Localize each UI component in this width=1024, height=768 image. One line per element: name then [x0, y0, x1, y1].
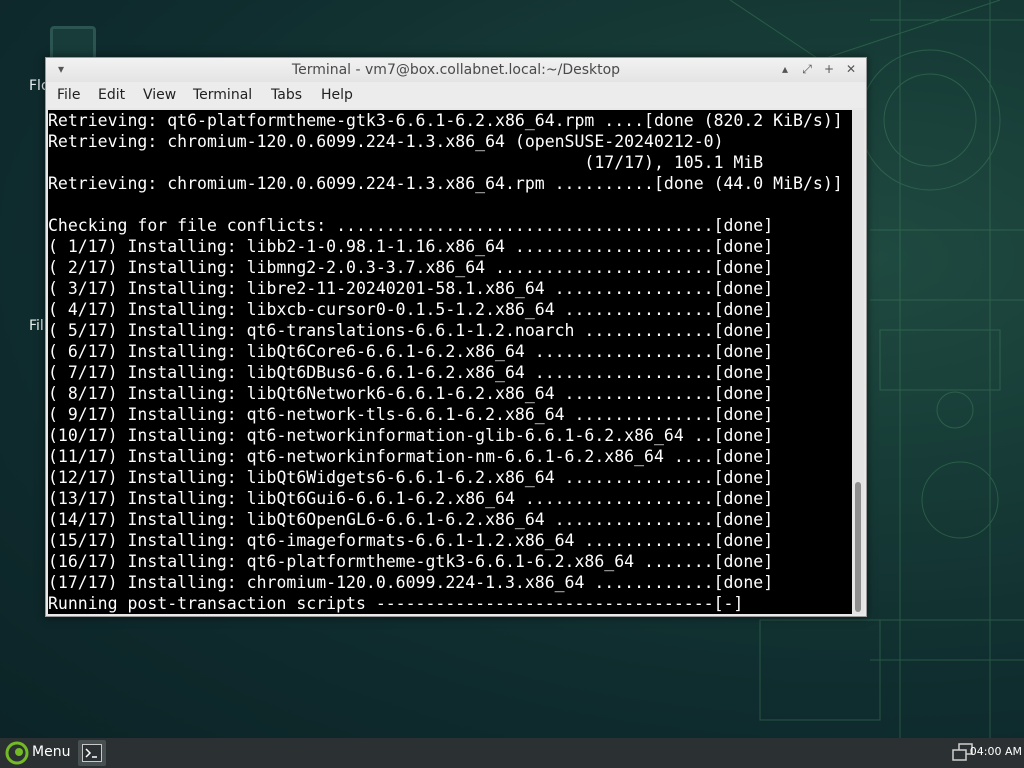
terminal-line: (16/17) Installing: qt6-platformtheme-gt… — [48, 552, 774, 571]
opensuse-logo-icon — [5, 741, 29, 765]
terminal-window: ▾ Terminal - vm7@box.collabnet.local:~/D… — [45, 57, 867, 617]
title-bar[interactable]: ▾ Terminal - vm7@box.collabnet.local:~/D… — [46, 58, 866, 82]
menu-help[interactable]: Help — [321, 87, 353, 103]
terminal-line: Retrieving: chromium-120.0.6099.224-1.3.… — [48, 132, 724, 151]
start-menu-button[interactable]: Menu — [2, 738, 78, 768]
menu-view[interactable]: View — [143, 87, 176, 103]
terminal-line: ( 5/17) Installing: qt6-translations-6.6… — [48, 321, 774, 340]
desktop-icon-label: Fil — [29, 318, 44, 334]
terminal-line: Checking for file conflicts: ...........… — [48, 216, 774, 235]
menu-bar: File Edit View Terminal Tabs Help — [46, 82, 866, 108]
terminal-line: (14/17) Installing: libQt6OpenGL6-6.6.1-… — [48, 510, 774, 529]
shade-window-icon[interactable]: ▴ — [776, 60, 794, 78]
terminal-line: (12/17) Installing: libQt6Widgets6-6.6.1… — [48, 468, 774, 487]
terminal-line: (13/17) Installing: libQt6Gui6-6.6.1-6.2… — [48, 489, 774, 508]
terminal-line: ( 2/17) Installing: libmng2-2.0.3-3.7.x8… — [48, 258, 774, 277]
terminal-scrollbar[interactable] — [852, 110, 864, 614]
close-window-icon[interactable]: ✕ — [842, 60, 860, 78]
terminal-line: (17/17) Installing: chromium-120.0.6099.… — [48, 573, 774, 592]
terminal-line: (11/17) Installing: qt6-networkinformati… — [48, 447, 774, 466]
terminal-line: Retrieving: chromium-120.0.6099.224-1.3.… — [48, 174, 843, 193]
terminal-output[interactable]: Retrieving: qt6-platformtheme-gtk3-6.6.1… — [48, 110, 852, 614]
terminal-lines: Retrieving: qt6-platformtheme-gtk3-6.6.1… — [48, 110, 843, 614]
maximize-window-icon[interactable]: ⤢ — [798, 60, 816, 78]
terminal-line: (15/17) Installing: qt6-imageformats-6.6… — [48, 531, 774, 550]
terminal-line: ( 8/17) Installing: libQt6Network6-6.6.1… — [48, 384, 774, 403]
taskbar-terminal-button[interactable] — [78, 740, 106, 766]
terminal-line: (10/17) Installing: qt6-networkinformati… — [48, 426, 774, 445]
taskbar-clock[interactable]: 04:00 AM — [970, 745, 1022, 758]
terminal-line: ( 3/17) Installing: libre2-11-20240201-5… — [48, 279, 774, 298]
terminal-line: ( 1/17) Installing: libb2-1-0.98.1-1.16.… — [48, 237, 774, 256]
taskbar: Menu 04:00 AM — [0, 738, 1024, 768]
start-menu-label: Menu — [32, 744, 71, 760]
terminal-line: (17/17), 105.1 MiB — [48, 153, 764, 172]
terminal-line: ( 4/17) Installing: libxcb-cursor0-0.1.5… — [48, 300, 774, 319]
minimize-window-icon[interactable]: + — [820, 60, 838, 78]
terminal-line: Retrieving: qt6-platformtheme-gtk3-6.6.1… — [48, 111, 843, 130]
menu-terminal[interactable]: Terminal — [193, 87, 252, 103]
terminal-line: ( 9/17) Installing: qt6-network-tls-6.6.… — [48, 405, 774, 424]
menu-file[interactable]: File — [57, 87, 80, 103]
window-title: Terminal - vm7@box.collabnet.local:~/Des… — [291, 62, 621, 78]
terminal-line: Running post-transaction scripts -------… — [48, 594, 744, 613]
terminal-line: ( 6/17) Installing: libQt6Core6-6.6.1-6.… — [48, 342, 774, 361]
terminal-line: ( 7/17) Installing: libQt6DBus6-6.6.1-6.… — [48, 363, 774, 382]
menu-tabs[interactable]: Tabs — [271, 87, 302, 103]
scrollbar-thumb[interactable] — [855, 482, 861, 612]
terminal-app-icon — [82, 744, 102, 762]
menu-edit[interactable]: Edit — [98, 87, 125, 103]
